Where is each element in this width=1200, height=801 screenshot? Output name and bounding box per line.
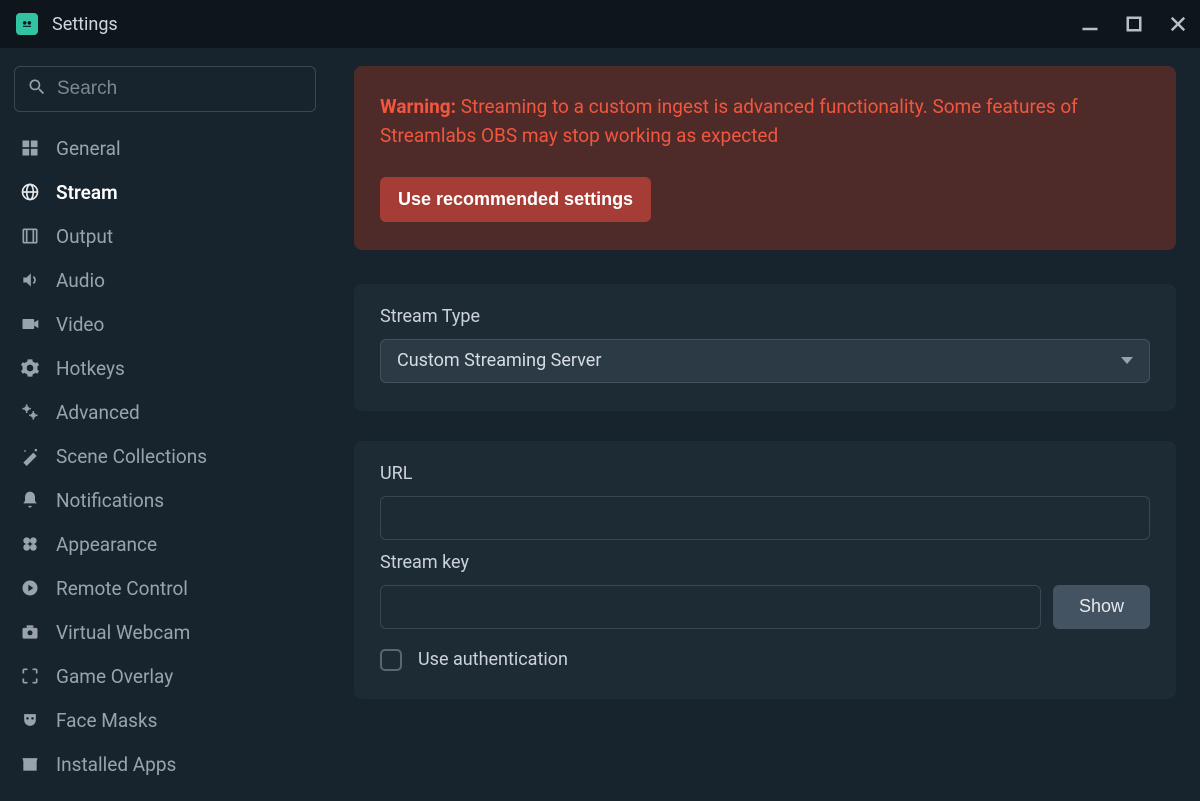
volume-icon — [18, 268, 42, 292]
minimize-button[interactable] — [1080, 14, 1100, 34]
grid-icon — [18, 136, 42, 160]
nav-item-audio[interactable]: Audio — [14, 258, 316, 302]
nav-label: General — [56, 137, 121, 160]
film-icon — [18, 224, 42, 248]
warning-message: Streaming to a custom ingest is advanced… — [380, 95, 1078, 147]
wand-icon — [18, 444, 42, 468]
search-input[interactable] — [57, 78, 303, 100]
play-circle-icon — [18, 576, 42, 600]
nav-label: Face Masks — [56, 709, 157, 732]
nav-item-hotkeys[interactable]: Hotkeys — [14, 346, 316, 390]
nav-label: Output — [56, 225, 113, 248]
titlebar: Settings — [0, 0, 1200, 48]
nav-item-appearance[interactable]: Appearance — [14, 522, 316, 566]
maximize-button[interactable] — [1124, 14, 1144, 34]
stream-type-value: Custom Streaming Server — [397, 350, 601, 371]
nav-label: Advanced — [56, 401, 140, 424]
nav-item-virtual-webcam[interactable]: Virtual Webcam — [14, 610, 316, 654]
nav-label: Stream — [56, 181, 118, 204]
gear-icon — [18, 356, 42, 380]
nav-label: Remote Control — [56, 577, 188, 600]
stream-type-select[interactable]: Custom Streaming Server — [380, 339, 1150, 383]
nav-item-general[interactable]: General — [14, 126, 316, 170]
nav-item-face-masks[interactable]: Face Masks — [14, 698, 316, 742]
gears-icon — [18, 400, 42, 424]
window-title: Settings — [52, 14, 118, 35]
stream-type-panel: Stream Type Custom Streaming Server — [354, 284, 1176, 411]
chevron-down-icon — [1121, 357, 1133, 364]
app-icon — [16, 13, 38, 35]
sidebar: General Stream Output Audio Video Hotkey… — [0, 48, 330, 801]
nav-label: Video — [56, 313, 104, 336]
nav-item-scene-collections[interactable]: Scene Collections — [14, 434, 316, 478]
stream-type-label: Stream Type — [380, 306, 1150, 327]
url-label: URL — [380, 463, 1150, 484]
camera-icon — [18, 620, 42, 644]
url-input[interactable] — [380, 496, 1150, 540]
settings-nav: General Stream Output Audio Video Hotkey… — [14, 126, 316, 786]
nav-item-stream[interactable]: Stream — [14, 170, 316, 214]
warning-prefix: Warning: — [380, 95, 456, 118]
nav-label: Audio — [56, 269, 105, 292]
nav-label: Installed Apps — [56, 753, 176, 776]
nav-label: Appearance — [56, 533, 157, 556]
mask-icon — [18, 708, 42, 732]
close-button[interactable] — [1168, 14, 1188, 34]
show-stream-key-button[interactable]: Show — [1053, 585, 1150, 629]
nav-item-game-overlay[interactable]: Game Overlay — [14, 654, 316, 698]
content: Warning: Streaming to a custom ingest is… — [330, 48, 1200, 801]
nav-item-advanced[interactable]: Advanced — [14, 390, 316, 434]
warning-text: Warning: Streaming to a custom ingest is… — [380, 92, 1150, 151]
nav-label: Hotkeys — [56, 357, 125, 380]
use-recommended-settings-button[interactable]: Use recommended settings — [380, 177, 651, 222]
nav-item-installed-apps[interactable]: Installed Apps — [14, 742, 316, 786]
nav-item-remote-control[interactable]: Remote Control — [14, 566, 316, 610]
stream-key-input[interactable] — [380, 585, 1041, 629]
stream-key-label: Stream key — [380, 552, 1150, 573]
nav-label: Virtual Webcam — [56, 621, 190, 644]
search-icon — [27, 77, 57, 101]
video-icon — [18, 312, 42, 336]
globe-icon — [18, 180, 42, 204]
nav-item-video[interactable]: Video — [14, 302, 316, 346]
expand-icon — [18, 664, 42, 688]
use-authentication-checkbox[interactable] — [380, 649, 402, 671]
nav-label: Scene Collections — [56, 445, 207, 468]
nav-label: Game Overlay — [56, 665, 173, 688]
window-controls — [1080, 14, 1188, 34]
server-panel: URL Stream key Show Use authentication — [354, 441, 1176, 699]
nav-label: Notifications — [56, 489, 164, 512]
use-authentication-label: Use authentication — [418, 649, 568, 670]
appearance-icon — [18, 532, 42, 556]
store-icon — [18, 752, 42, 776]
bell-icon — [18, 488, 42, 512]
search-field[interactable] — [14, 66, 316, 112]
nav-item-notifications[interactable]: Notifications — [14, 478, 316, 522]
nav-item-output[interactable]: Output — [14, 214, 316, 258]
warning-panel: Warning: Streaming to a custom ingest is… — [354, 66, 1176, 250]
